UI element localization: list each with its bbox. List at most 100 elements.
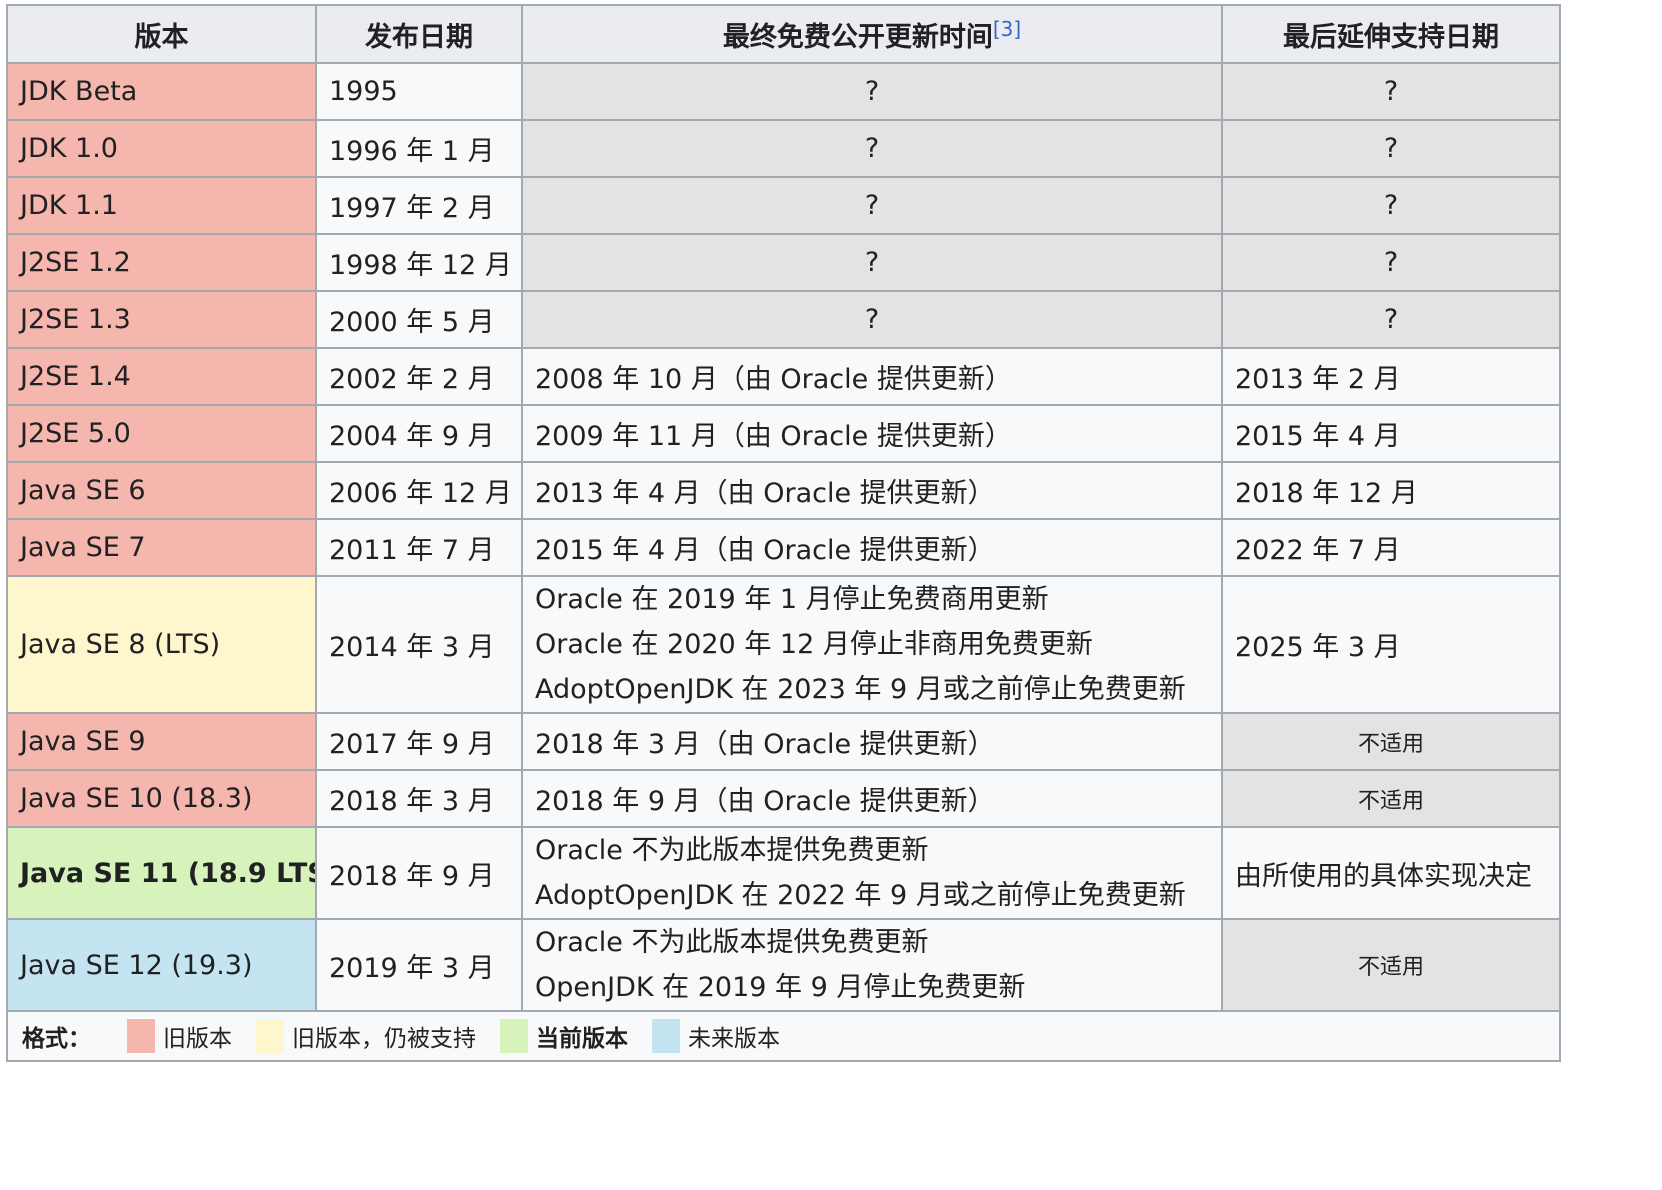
reference-link[interactable]: [3] [993,17,1021,41]
version-cell: Java SE 11 (18.9 LTS) [6,826,317,920]
legend-text: 旧版本，仍被支持 [292,1026,476,1052]
extended-support-cell: 不适用 [1221,712,1561,771]
legend-swatch-old [127,1019,155,1053]
header-extended-support: 最后延伸支持日期 [1221,4,1561,64]
extended-support-cell: 2015 年 4 月 [1221,404,1561,463]
free-update-line: Oracle 不为此版本提供免费更新 [535,835,929,866]
legend-swatch-current [500,1019,528,1053]
legend-row: 格式： 旧版本 旧版本，仍被支持 当前版本 未来版本 [6,1010,1561,1062]
table-row: J2SE 1.3 2000 年 5 月 ? ? [6,290,1561,349]
table-row: JDK Beta 1995 ? ? [6,62,1561,121]
table-row: J2SE 5.0 2004 年 9 月 2009 年 11 月（由 Oracle… [6,404,1561,463]
legend-item-current: 当前版本 [500,1019,628,1053]
table-row: Java SE 12 (19.3) 2019 年 3 月 Oracle 不为此版… [6,918,1561,1012]
free-update-cell: 2015 年 4 月（由 Oracle 提供更新） [521,518,1223,577]
extended-support-cell: 2018 年 12 月 [1221,461,1561,520]
release-date-cell: 2000 年 5 月 [315,290,523,349]
free-update-cell: Oracle 在 2019 年 1 月停止免费商用更新 Oracle 在 202… [521,575,1223,714]
header-final-free-update-label: 最终免费公开更新时间 [722,21,993,53]
version-cell: Java SE 6 [6,461,317,520]
legend-swatch-future [652,1019,680,1053]
extended-support-cell: ? [1221,62,1561,121]
legend-item-future: 未来版本 [652,1019,780,1053]
release-date-cell: 2006 年 12 月 [315,461,523,520]
release-date-cell: 2011 年 7 月 [315,518,523,577]
table-row: J2SE 1.4 2002 年 2 月 2008 年 10 月（由 Oracle… [6,347,1561,406]
legend-label: 格式： [22,1026,91,1052]
header-release-date: 发布日期 [315,4,523,64]
free-update-cell: 2008 年 10 月（由 Oracle 提供更新） [521,347,1223,406]
legend: 格式： 旧版本 旧版本，仍被支持 当前版本 未来版本 [20,1019,1547,1053]
version-cell: J2SE 1.3 [6,290,317,349]
free-update-line: AdoptOpenJDK 在 2023 年 9 月或之前停止免费更新 [535,674,1186,705]
release-date-cell: 1996 年 1 月 [315,119,523,178]
table-row: J2SE 1.2 1998 年 12 月 ? ? [6,233,1561,292]
release-date-cell: 2014 年 3 月 [315,575,523,714]
free-update-cell: ? [521,233,1223,292]
free-update-line: Oracle 在 2020 年 12 月停止非商用免费更新 [535,629,1093,660]
extended-support-cell: 2013 年 2 月 [1221,347,1561,406]
legend-item-old-supported: 旧版本，仍被支持 [256,1019,476,1053]
free-update-line: Oracle 在 2019 年 1 月停止免费商用更新 [535,584,1049,615]
version-cell: J2SE 5.0 [6,404,317,463]
version-cell: JDK Beta [6,62,317,121]
header-row: 版本 发布日期 最终免费公开更新时间[3] 最后延伸支持日期 [6,4,1561,64]
version-cell: J2SE 1.4 [6,347,317,406]
free-update-line: Oracle 不为此版本提供免费更新 [535,927,929,958]
free-update-cell: 2009 年 11 月（由 Oracle 提供更新） [521,404,1223,463]
extended-support-cell: 不适用 [1221,918,1561,1012]
free-update-cell: Oracle 不为此版本提供免费更新 AdoptOpenJDK 在 2022 年… [521,826,1223,920]
legend-cell: 格式： 旧版本 旧版本，仍被支持 当前版本 未来版本 [6,1010,1561,1062]
free-update-line: AdoptOpenJDK 在 2022 年 9 月或之前停止免费更新 [535,880,1186,911]
free-update-line: OpenJDK 在 2019 年 9 月停止免费更新 [535,972,1026,1003]
free-update-cell: Oracle 不为此版本提供免费更新 OpenJDK 在 2019 年 9 月停… [521,918,1223,1012]
free-update-cell: ? [521,119,1223,178]
extended-support-cell: 由所使用的具体实现决定 [1221,826,1561,920]
version-cell: Java SE 8 (LTS) [6,575,317,714]
extended-support-cell: ? [1221,119,1561,178]
version-cell: JDK 1.1 [6,176,317,235]
table-row: Java SE 6 2006 年 12 月 2013 年 4 月（由 Oracl… [6,461,1561,520]
extended-support-cell: ? [1221,233,1561,292]
java-versions-table: 版本 发布日期 最终免费公开更新时间[3] 最后延伸支持日期 JDK Beta … [6,4,1561,1062]
extended-support-cell: ? [1221,176,1561,235]
table-row: JDK 1.1 1997 年 2 月 ? ? [6,176,1561,235]
table-row: Java SE 11 (18.9 LTS) 2018 年 9 月 Oracle … [6,826,1561,920]
release-date-cell: 2002 年 2 月 [315,347,523,406]
release-date-cell: 2018 年 9 月 [315,826,523,920]
version-cell: Java SE 9 [6,712,317,771]
release-date-cell: 2019 年 3 月 [315,918,523,1012]
extended-support-cell: ? [1221,290,1561,349]
release-date-cell: 2018 年 3 月 [315,769,523,828]
extended-support-cell: 不适用 [1221,769,1561,828]
header-final-free-update: 最终免费公开更新时间[3] [521,4,1223,64]
legend-text: 当前版本 [536,1026,628,1052]
free-update-cell: ? [521,62,1223,121]
table-row: Java SE 10 (18.3) 2018 年 3 月 2018 年 9 月（… [6,769,1561,828]
header-version: 版本 [6,4,317,64]
extended-support-cell: 2022 年 7 月 [1221,518,1561,577]
legend-item-old: 旧版本 [127,1019,232,1053]
version-cell: J2SE 1.2 [6,233,317,292]
legend-swatch-old-supported [256,1019,284,1053]
table-row: JDK 1.0 1996 年 1 月 ? ? [6,119,1561,178]
version-cell: Java SE 7 [6,518,317,577]
free-update-cell: 2018 年 9 月（由 Oracle 提供更新） [521,769,1223,828]
table-row: Java SE 8 (LTS) 2014 年 3 月 Oracle 在 2019… [6,575,1561,714]
release-date-cell: 1997 年 2 月 [315,176,523,235]
version-cell: Java SE 12 (19.3) [6,918,317,1012]
table-row: Java SE 7 2011 年 7 月 2015 年 4 月（由 Oracle… [6,518,1561,577]
extended-support-cell: 2025 年 3 月 [1221,575,1561,714]
table-row: Java SE 9 2017 年 9 月 2018 年 3 月（由 Oracle… [6,712,1561,771]
version-cell: Java SE 10 (18.3) [6,769,317,828]
release-date-cell: 2017 年 9 月 [315,712,523,771]
release-date-cell: 1998 年 12 月 [315,233,523,292]
version-cell: JDK 1.0 [6,119,317,178]
legend-text: 未来版本 [688,1026,780,1052]
release-date-cell: 2004 年 9 月 [315,404,523,463]
release-date-cell: 1995 [315,62,523,121]
free-update-cell: ? [521,290,1223,349]
free-update-cell: ? [521,176,1223,235]
free-update-cell: 2013 年 4 月（由 Oracle 提供更新） [521,461,1223,520]
free-update-cell: 2018 年 3 月（由 Oracle 提供更新） [521,712,1223,771]
